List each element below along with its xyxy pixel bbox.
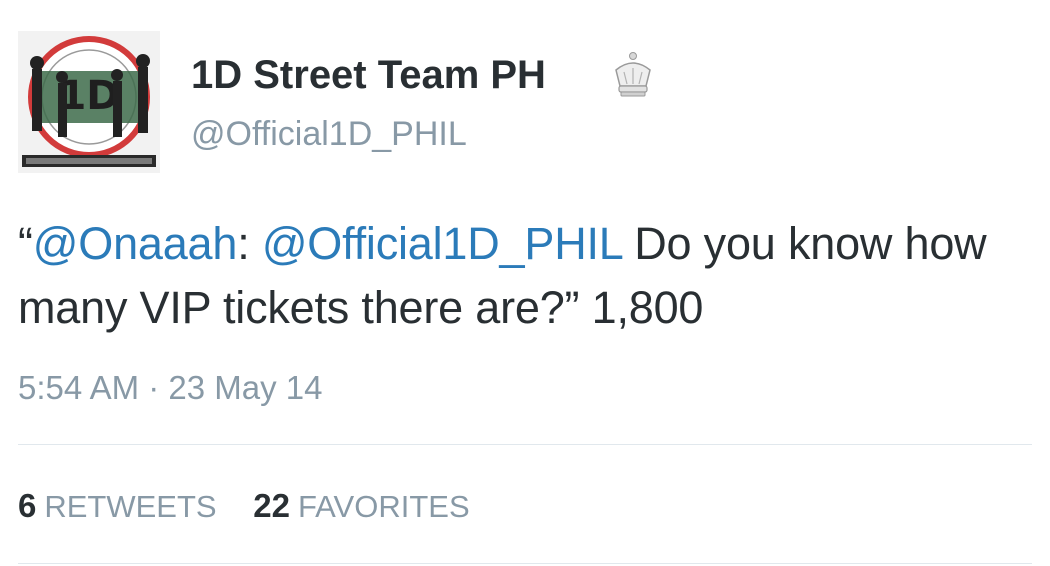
user-handle[interactable]: @Official1D_PHIL	[191, 112, 467, 156]
divider	[18, 444, 1032, 445]
mention-official1d-phil[interactable]: @Official1D_PHIL	[262, 218, 622, 269]
quote-open: “	[18, 218, 33, 269]
retweets-count: 6	[18, 487, 37, 524]
retweets-label: RETWEETS	[44, 489, 217, 524]
display-name[interactable]: 1D Street Team PH	[191, 50, 546, 100]
retweets-stat[interactable]: 6 RETWEETS	[18, 484, 217, 529]
favorites-stat[interactable]: 22 FAVORITES	[253, 484, 469, 529]
colon-text: :	[237, 218, 262, 269]
street-team-logo: 1D	[18, 31, 160, 173]
divider	[18, 563, 1032, 564]
avatar[interactable]: 1D	[18, 31, 160, 173]
tweet-stats: 6 RETWEETS 22 FAVORITES	[18, 484, 498, 529]
favorites-count: 22	[253, 487, 290, 524]
tweet-timestamp[interactable]: 5:54 AM · 23 May 14	[18, 366, 323, 410]
mention-onaaah[interactable]: @Onaaah	[33, 218, 238, 269]
tweet-text: “@Onaaah: @Official1D_PHIL Do you know h…	[18, 212, 1038, 340]
crown-icon	[615, 52, 651, 97]
svg-text:1D: 1D	[58, 73, 119, 119]
favorites-label: FAVORITES	[297, 489, 470, 524]
